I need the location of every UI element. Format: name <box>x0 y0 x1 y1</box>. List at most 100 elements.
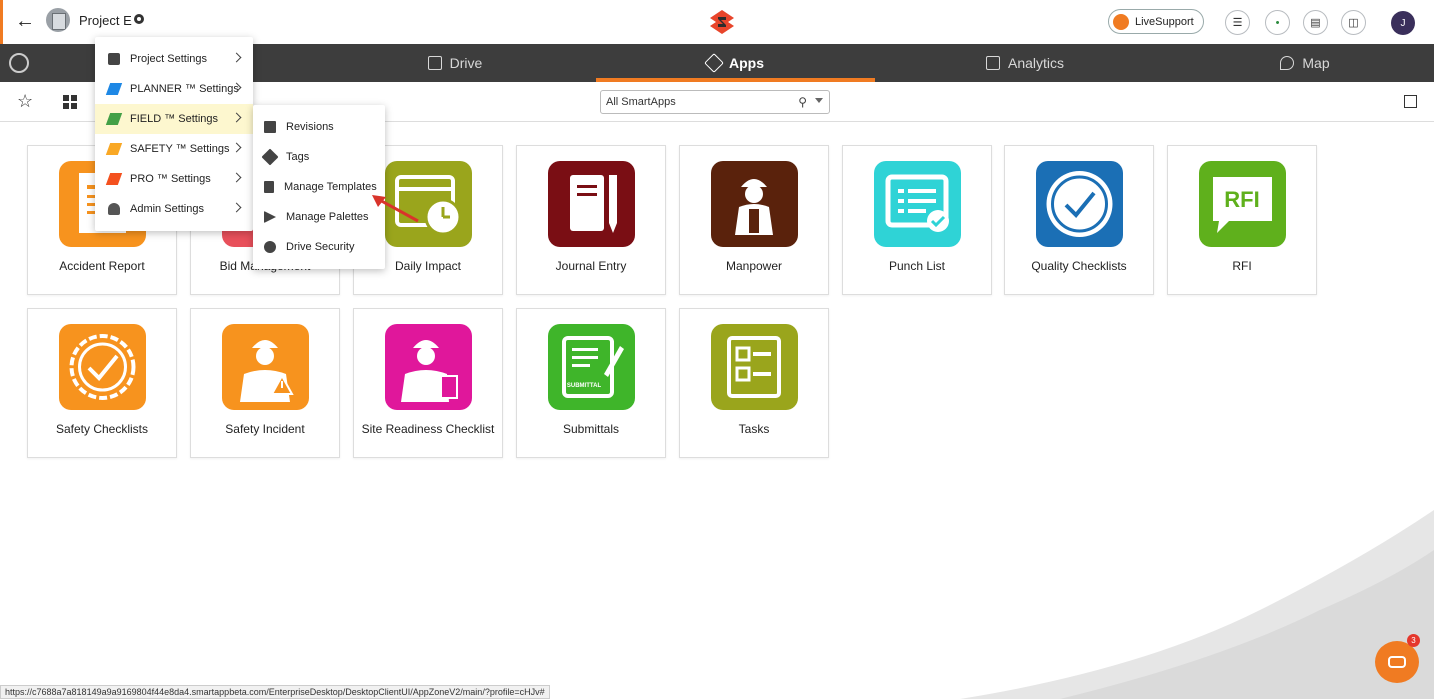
camera-icon <box>108 53 120 65</box>
tasks-checklist-icon <box>711 324 798 410</box>
hammer-orange-icon <box>105 173 123 185</box>
app-tile-tasks[interactable]: Tasks <box>679 308 829 458</box>
menu-item-planner-settings[interactable]: PLANNER ™ Settings <box>95 74 253 104</box>
app-tile-submittals[interactable]: SUBMITTAL Submittals <box>516 308 666 458</box>
tab-drive-label: Drive <box>449 55 483 71</box>
field-settings-submenu: Revisions Tags Manage Templates Manage P… <box>253 105 385 269</box>
hammer-green-icon <box>105 113 123 125</box>
app-label: Quality Checklists <box>1031 259 1127 273</box>
site-readiness-icon <box>385 324 472 410</box>
menu-item-label: PRO ™ Settings <box>130 173 211 185</box>
external-link-icon[interactable] <box>1404 95 1417 108</box>
app-label: Site Readiness Checklist <box>361 422 495 436</box>
grid-view-icon[interactable] <box>63 95 77 109</box>
menu-item-label: Admin Settings <box>130 203 204 215</box>
app-tile-safety-incident[interactable]: Safety Incident <box>190 308 340 458</box>
menu-item-field-settings[interactable]: FIELD ™ Settings <box>95 104 253 134</box>
submenu-item-label: Revisions <box>286 121 334 133</box>
safety-incident-icon <box>222 324 309 410</box>
project-building-icon[interactable] <box>46 8 70 32</box>
submenu-item-label: Manage Palettes <box>286 211 369 223</box>
tab-map-label: Map <box>1302 55 1330 71</box>
submittal-icon-text: SUBMITTAL <box>567 383 602 389</box>
app-tile-manpower[interactable]: Manpower <box>679 145 829 295</box>
chat-bubble-icon <box>1388 656 1406 668</box>
smartapps-filter-select[interactable]: All SmartApps ⚲ <box>600 90 830 114</box>
tab-drive[interactable]: Drive <box>400 44 510 82</box>
admin-icon <box>108 203 120 215</box>
submenu-item-label: Drive Security <box>286 241 355 253</box>
menu-item-safety-settings[interactable]: SAFETY ™ Settings <box>95 134 253 164</box>
menu-item-admin-settings[interactable]: Admin Settings <box>95 194 253 224</box>
menu-item-label: Project Settings <box>130 53 208 65</box>
hammer-yellow-icon <box>105 143 123 155</box>
network-icon[interactable]: • <box>1265 10 1290 35</box>
chevron-right-icon <box>231 112 242 123</box>
submittal-icon: SUBMITTAL <box>548 324 635 410</box>
live-support-icon <box>1113 13 1129 30</box>
menu-item-label: FIELD ™ Settings <box>130 113 219 125</box>
menu-item-label: PLANNER ™ Settings <box>130 83 239 95</box>
safety-badge-icon <box>59 324 146 410</box>
submenu-item-label: Tags <box>286 151 310 163</box>
search-icon[interactable]: ⚲ <box>798 95 807 109</box>
app-tile-journal-entry[interactable]: Journal Entry <box>516 145 666 295</box>
worker-icon <box>711 161 798 247</box>
drive-icon <box>427 56 442 70</box>
live-support-button[interactable]: LiveSupport <box>1108 9 1204 34</box>
favorites-star-icon[interactable]: ☆ <box>17 91 33 112</box>
rfi-icon-text: RFI <box>1224 187 1259 212</box>
app-label: Journal Entry <box>555 259 627 273</box>
map-icon <box>1280 56 1295 70</box>
app-tile-site-readiness-checklist[interactable]: Site Readiness Checklist <box>353 308 503 458</box>
app-label: Punch List <box>888 259 946 273</box>
list-view-icon[interactable]: ☰ <box>1225 10 1250 35</box>
tab-analytics-label: Analytics <box>1007 55 1065 71</box>
project-dropdown-icon[interactable] <box>134 14 144 24</box>
menu-item-pro-settings[interactable]: PRO ™ Settings <box>95 164 253 194</box>
user-avatar[interactable]: J <box>1391 11 1415 35</box>
settings-menu: Project Settings PLANNER ™ Settings FIEL… <box>95 37 253 231</box>
live-support-label: LiveSupport <box>1135 15 1194 28</box>
home-icon[interactable] <box>9 53 29 73</box>
app-tile-safety-checklists[interactable]: Safety Checklists <box>27 308 177 458</box>
menu-item-project-settings[interactable]: Project Settings <box>95 44 253 74</box>
analytics-icon <box>985 56 1000 70</box>
quality-check-icon <box>1036 161 1123 247</box>
chevron-right-icon <box>231 52 242 63</box>
chat-button[interactable] <box>1375 641 1419 683</box>
submenu-item-manage-templates[interactable]: Manage Templates <box>253 172 385 202</box>
app-tile-punch-list[interactable]: Punch List <box>842 145 992 295</box>
app-label: Accident Report <box>59 259 145 273</box>
submenu-item-drive-security[interactable]: Drive Security <box>253 232 385 262</box>
smartapps-filter-value: All SmartApps <box>606 96 676 108</box>
tab-map[interactable]: Map <box>1250 44 1360 82</box>
smartapp-logo-icon <box>710 10 734 34</box>
app-label: RFI <box>1232 259 1252 273</box>
tab-apps[interactable]: Apps <box>596 44 875 82</box>
app-tile-rfi[interactable]: RFI RFI <box>1167 145 1317 295</box>
palette-icon <box>264 211 276 223</box>
submenu-item-tags[interactable]: Tags <box>253 142 385 172</box>
app-label: Safety Incident <box>225 422 305 436</box>
chevron-right-icon <box>231 202 242 213</box>
cart-icon[interactable]: ◫ <box>1341 10 1366 35</box>
files-icon[interactable]: ▤ <box>1303 10 1328 35</box>
chevron-right-icon <box>231 172 242 183</box>
apps-icon <box>704 53 724 73</box>
app-tile-quality-checklists[interactable]: Quality Checklists <box>1004 145 1154 295</box>
chevron-down-icon[interactable] <box>815 98 823 103</box>
hammer-blue-icon <box>105 83 123 95</box>
tab-apps-label: Apps <box>729 55 764 71</box>
tab-analytics[interactable]: Analytics <box>955 44 1095 82</box>
tag-icon <box>261 148 279 166</box>
submenu-item-revisions[interactable]: Revisions <box>253 112 385 142</box>
submenu-item-manage-palettes[interactable]: Manage Palettes <box>253 202 385 232</box>
template-icon <box>264 181 274 193</box>
chevron-right-icon <box>231 142 242 153</box>
decorative-texture <box>960 510 1434 699</box>
red-pointer-arrow-icon <box>372 195 419 223</box>
app-label: Submittals <box>562 422 620 436</box>
back-arrow-icon[interactable]: ← <box>15 10 37 32</box>
project-name[interactable]: Project E <box>79 13 132 28</box>
